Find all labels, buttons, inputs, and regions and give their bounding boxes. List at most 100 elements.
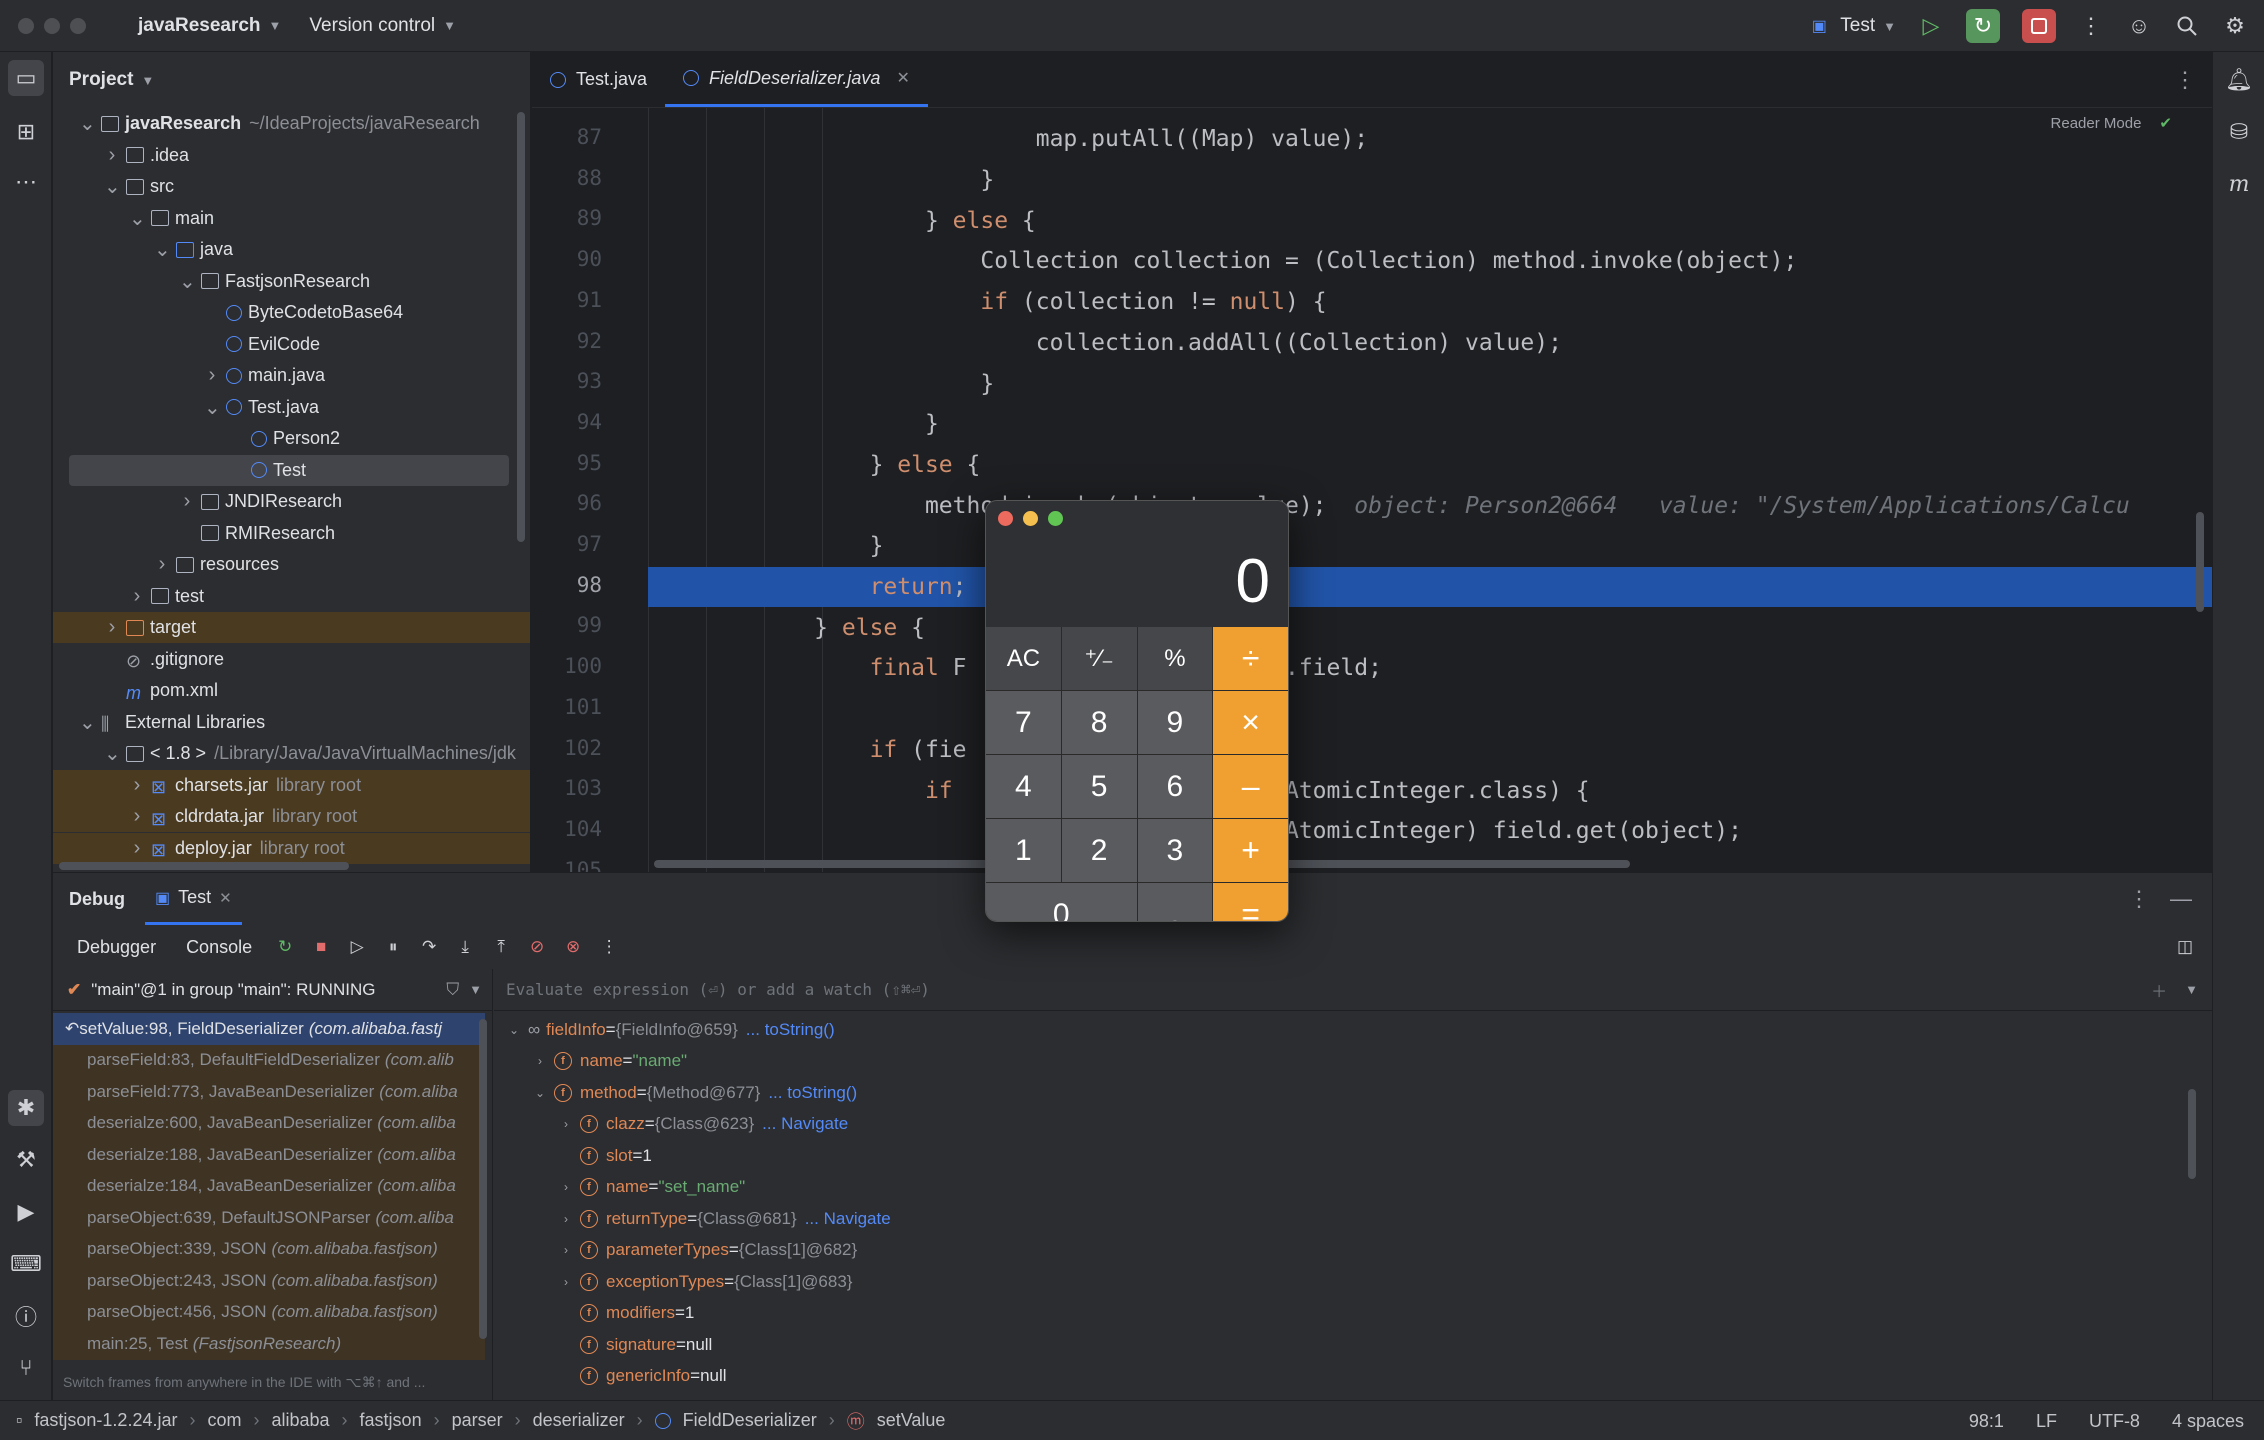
stack-frame[interactable]: parseObject:339, JSON (com.alibaba.fastjs… (53, 1233, 485, 1265)
calc-key-5[interactable]: 5 (1061, 755, 1137, 818)
rerun-debug-button[interactable]: ↻ (1966, 9, 2000, 43)
filter-icon[interactable]: ⛉ (446, 980, 459, 1000)
variable-link[interactable]: ... toString() (746, 1020, 835, 1040)
tree-item[interactable]: ByteCodetoBase64 (53, 297, 530, 328)
breadcrumb-item[interactable]: com (207, 1410, 241, 1431)
variable-link[interactable]: ... toString() (768, 1083, 857, 1103)
code-line[interactable]: collection.addAll((Collection) value); (648, 323, 2212, 364)
chevron-right-icon[interactable]: › (129, 805, 145, 828)
step-out-icon[interactable]: ⤒ (490, 936, 512, 958)
file-encoding[interactable]: UTF-8 (2089, 1411, 2140, 1432)
chevron-right-icon[interactable]: › (558, 1243, 574, 1257)
rerun-icon[interactable]: ↻ (274, 936, 296, 958)
stop-button[interactable] (2022, 9, 2056, 43)
code-line[interactable]: Collection collection = (Collection) met… (648, 241, 2212, 282)
notifications-icon[interactable]: 🔔︎ (2225, 66, 2253, 94)
tree-item[interactable]: › ⊠ charsets.jar library root (53, 769, 530, 801)
chevron-down-icon[interactable]: ⌄ (532, 1086, 548, 1100)
resume-icon[interactable]: ▷ (346, 936, 368, 958)
tabs-more-icon[interactable]: ⋮ (2174, 52, 2212, 107)
tree-item[interactable]: › test (53, 581, 530, 612)
more-icon[interactable]: ⋮ (2128, 886, 2150, 912)
variable-link[interactable]: ... Navigate (805, 1209, 891, 1229)
more-icon[interactable]: ⋮ (2078, 13, 2104, 39)
code-line[interactable]: return; (648, 566, 2212, 608)
chevron-down-icon[interactable]: ⌄ (154, 237, 171, 262)
variable-row[interactable]: › f clazz = {Class@623} ... Navigate (558, 1109, 848, 1141)
code-line[interactable] (648, 689, 2212, 730)
chevron-right-icon[interactable]: › (129, 837, 145, 860)
chevron-right-icon[interactable]: › (532, 1054, 548, 1068)
calc-close-button[interactable] (998, 511, 1013, 526)
tab-debug-session[interactable]: ▣ Test ✕ (145, 873, 242, 925)
calc-key-4[interactable]: 4 (986, 755, 1061, 818)
tree-item[interactable]: RMIResearch (53, 518, 530, 549)
tree-item[interactable]: ⌄ < 1.8 > /Library/Java/JavaVirtualMachine… (53, 738, 530, 769)
chevron-right-icon[interactable]: › (558, 1180, 574, 1194)
code-line[interactable]: } else { (648, 200, 2212, 241)
pause-icon[interactable]: ⏸︎ (382, 936, 404, 958)
stack-frame[interactable]: parseObject:456, JSON (com.alibaba.fastjs… (53, 1296, 485, 1328)
breadcrumb-item[interactable]: alibaba (271, 1410, 329, 1431)
tree-item[interactable]: ⌄ ⫼ External Libraries (53, 707, 530, 738)
chevron-down-icon[interactable]: ⌄ (104, 174, 121, 199)
run-config-selector[interactable]: ▣ Test ▼ (1806, 13, 1896, 39)
editor-scrollbar[interactable] (2196, 512, 2204, 612)
project-panel-header[interactable]: Project ▼ (53, 52, 530, 108)
tree-item[interactable]: ⊘ .gitignore (53, 644, 530, 675)
close-tab-icon[interactable]: ✕ (896, 68, 909, 88)
chevron-down-icon[interactable]: ⌄ (104, 741, 121, 766)
code-line[interactable]: map.putAll((Map) value); (648, 119, 2212, 160)
line-separator[interactable]: LF (2036, 1411, 2057, 1432)
calc-key-0[interactable]: 0 (986, 883, 1137, 921)
evaluate-input[interactable]: Evaluate expression (⏎) or add a watch (… (494, 969, 2212, 1011)
indent-setting[interactable]: 4 spaces (2172, 1411, 2244, 1432)
tab-test-java[interactable]: Test.java (532, 52, 665, 107)
code-line[interactable]: method.invoke(object, value); object: Pe… (648, 485, 2212, 526)
problems-tool-icon[interactable]: ⓘ (12, 1302, 40, 1330)
step-over-icon[interactable]: ↷ (418, 936, 440, 958)
mute-breakpoints-icon[interactable]: ⊗ (562, 936, 584, 958)
project-switcher[interactable]: javaResearch ▼ (138, 15, 281, 37)
tree-item[interactable]: › target (53, 612, 530, 643)
tree-item[interactable]: ⌄ FastjsonResearch (53, 266, 530, 297)
variable-row[interactable]: f slot = 1 (558, 1140, 652, 1172)
stack-frame[interactable]: deserialze:600, JavaBeanDeserializer (com… (53, 1107, 485, 1139)
code-line[interactable]: if (collection != null) { (648, 282, 2212, 323)
calc-key-9[interactable]: 9 (1137, 691, 1213, 754)
stack-frame[interactable]: parseObject:639, DefaultJSONParser (com.a… (53, 1202, 485, 1234)
stack-frame[interactable]: ↶ setValue:98, FieldDeserializer (com.ali… (53, 1013, 485, 1045)
variable-link[interactable]: ... Navigate (762, 1114, 848, 1134)
project-scrollbar[interactable] (517, 112, 525, 542)
tree-item[interactable]: ⌄ javaResearch ~/IdeaProjects/javaResearch (53, 108, 530, 139)
maven-icon[interactable]: m (2225, 170, 2253, 198)
chevron-down-icon[interactable]: ⌄ (79, 111, 96, 136)
calc-key-operator[interactable]: + (1213, 819, 1288, 882)
add-user-icon[interactable]: ☺ (2126, 13, 2152, 39)
debug-tool-icon[interactable]: ✱ (8, 1090, 44, 1126)
tree-item[interactable]: Test (69, 454, 509, 486)
calc-key-2[interactable]: 2 (1061, 819, 1137, 882)
breadcrumb-item[interactable]: parser (452, 1410, 503, 1431)
terminal-tool-icon[interactable]: ⌨ (10, 1250, 42, 1278)
code-line[interactable]: = (AtomicInteger) field.get(object); (648, 811, 2212, 852)
vcs-menu[interactable]: Version control ▼ (309, 15, 456, 37)
chevron-right-icon[interactable]: › (129, 585, 145, 608)
calc-minimize-button[interactable] (1023, 511, 1038, 526)
chevron-right-icon[interactable]: › (104, 616, 120, 639)
code-line[interactable]: } else { (648, 445, 2212, 486)
calc-key-operator[interactable]: × (1213, 691, 1288, 754)
tree-item[interactable]: › resources (53, 549, 530, 580)
tree-item[interactable]: › main.java (53, 360, 530, 391)
calc-key-6[interactable]: 6 (1137, 755, 1213, 818)
tree-item[interactable]: ⌄ src (53, 171, 530, 202)
tree-item[interactable]: ⌄ Test.java (53, 392, 530, 423)
tree-item[interactable]: › ⊠ cldrdata.jar library root (53, 801, 530, 832)
services-tool-icon[interactable]: ▶ (12, 1198, 40, 1226)
calc-key-7[interactable]: 7 (986, 691, 1061, 754)
code-line[interactable]: } (648, 404, 2212, 445)
chevron-right-icon[interactable]: › (204, 364, 220, 387)
tree-item[interactable]: › ⊠ deploy.jar library root (53, 832, 530, 864)
build-tool-icon[interactable]: ⚒ (12, 1146, 40, 1174)
code-line[interactable]: if (fie (648, 730, 2212, 771)
